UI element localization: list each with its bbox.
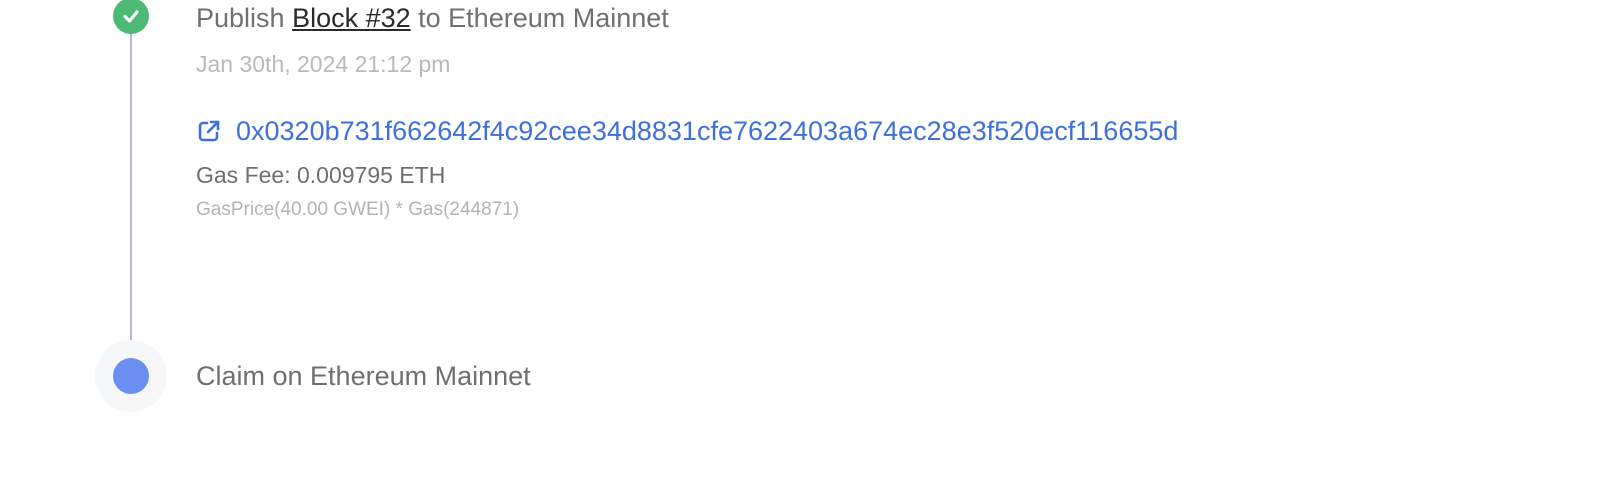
external-link-icon[interactable] bbox=[196, 118, 222, 144]
gas-fee: Gas Fee: 0.009795 ETH bbox=[196, 162, 446, 188]
claim-step-title: Claim on Ethereum Mainnet bbox=[196, 361, 531, 391]
transaction-hash[interactable]: 0x0320b731f662642f4c92cee34d8831cfe76224… bbox=[236, 115, 1178, 147]
block-link[interactable]: Block #32 bbox=[292, 3, 411, 33]
timeline-connector bbox=[130, 30, 132, 352]
publish-title-prefix: Publish bbox=[196, 3, 293, 33]
gas-calculation-detail: GasPrice(40.00 GWEI) * Gas(244871) bbox=[196, 199, 520, 220]
publish-timestamp: Jan 30th, 2024 21:12 pm bbox=[196, 51, 451, 77]
step-pending-indicator bbox=[95, 340, 167, 412]
pending-dot-icon bbox=[113, 358, 149, 394]
claim-timeline: Publish Block #32 to Ethereum Mainnet Ja… bbox=[0, 0, 1600, 495]
step-complete-check-icon bbox=[113, 0, 149, 34]
publish-step-title: Publish Block #32 to Ethereum Mainnet bbox=[196, 2, 669, 34]
publish-title-suffix: to Ethereum Mainnet bbox=[410, 3, 669, 33]
transaction-hash-link[interactable]: 0x0320b731f662642f4c92cee34d8831cfe76224… bbox=[196, 115, 1178, 147]
